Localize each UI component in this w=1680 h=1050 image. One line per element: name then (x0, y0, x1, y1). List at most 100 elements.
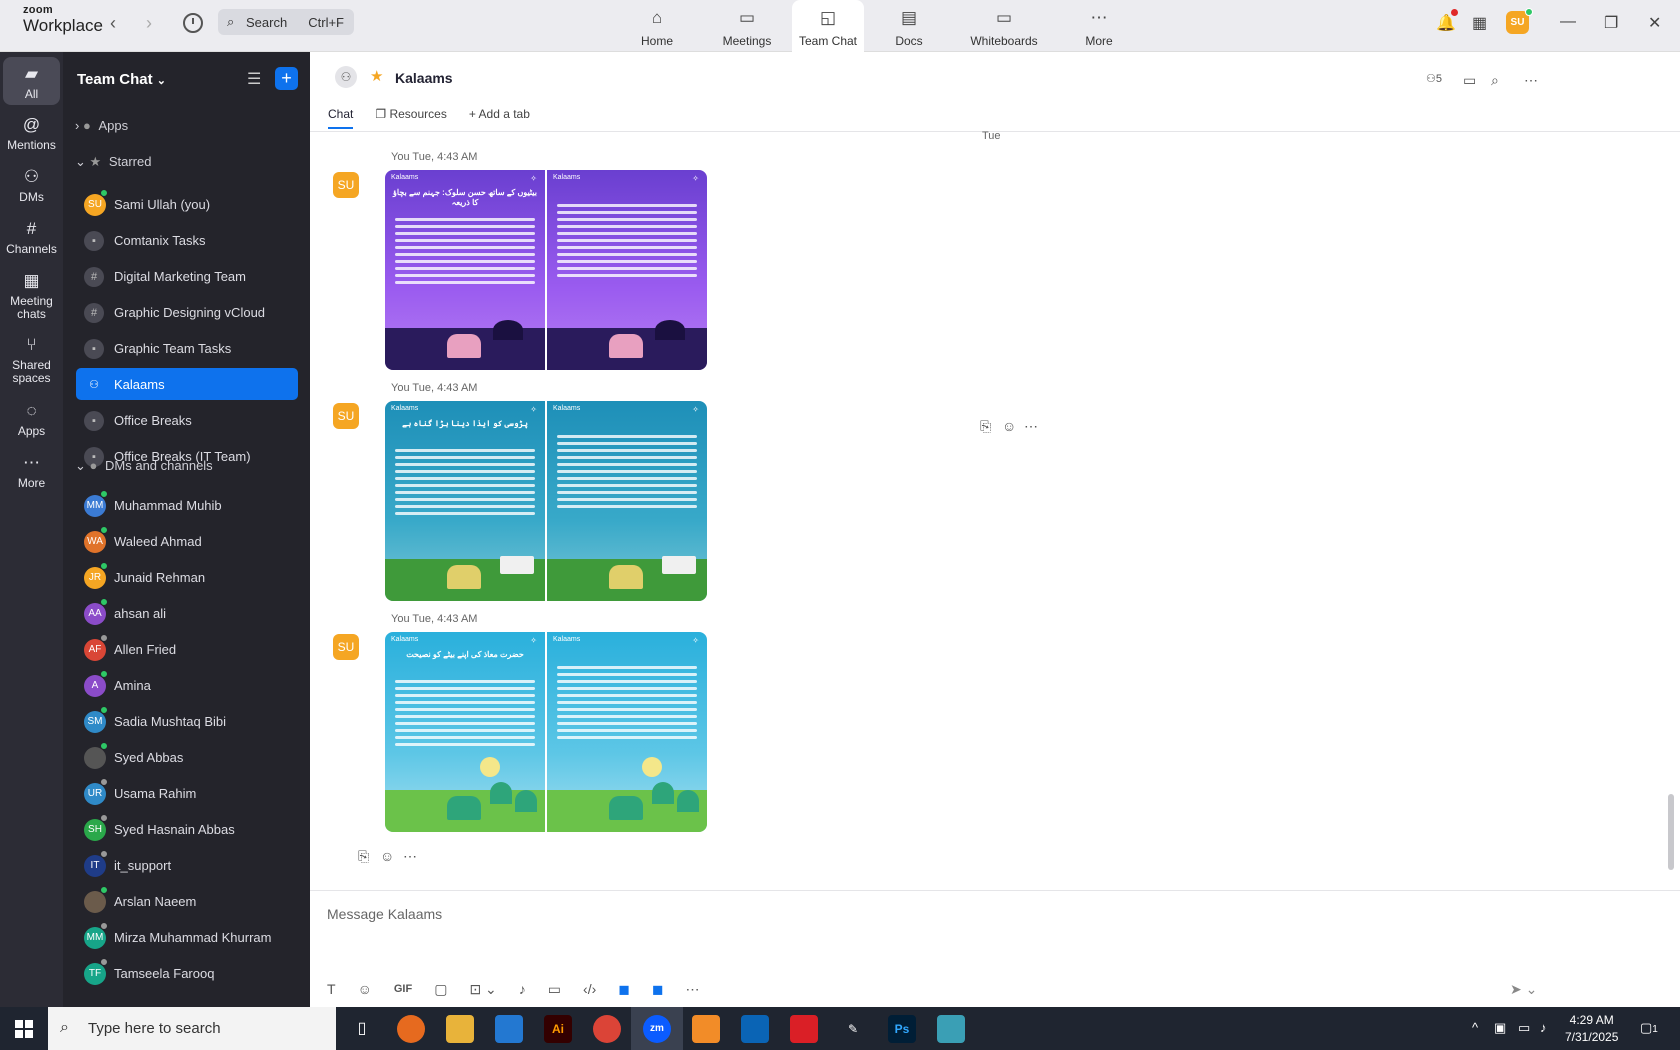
app-icon-2[interactable]: ◼ (652, 981, 664, 998)
minimize-icon[interactable]: — (1560, 13, 1576, 31)
screenshot-icon[interactable]: ⊡ ⌄ (469, 981, 496, 998)
reply-icon[interactable]: ⎘ (358, 848, 369, 865)
dm-item-it-support[interactable]: IT it_support (76, 849, 298, 881)
sidebar-item-office-breaks[interactable]: ▪ Office Breaks (76, 404, 298, 436)
section-apps[interactable]: › ● Apps (75, 118, 128, 133)
filter-icon[interactable]: ☰ (247, 69, 261, 89)
maximize-icon[interactable]: ❐ (1604, 13, 1618, 33)
leftbar-dms[interactable]: ⚇ DMs (0, 167, 63, 204)
leftbar-apps[interactable]: ◌ Apps (0, 401, 63, 438)
video-message-icon[interactable]: ▭ (548, 981, 561, 998)
dm-item-tamseela-farooq[interactable]: TF Tamseela Farooq (76, 957, 298, 989)
leftbar-shared-spaces[interactable]: ⑂ Shared spaces (0, 335, 63, 385)
sidebar-item-graphic-designing-vcloud[interactable]: # Graphic Designing vCloud (76, 296, 298, 328)
notification-center-icon[interactable]: ▢1 (1640, 1020, 1658, 1036)
microphone-icon[interactable]: ♪ (519, 981, 526, 998)
task-view-icon[interactable]: ▯ (348, 1015, 376, 1043)
dm-item-waleed-ahmad[interactable]: WA Waleed Ahmad (76, 525, 298, 557)
member-count-button[interactable]: ⚇5 (1426, 72, 1442, 85)
chat-title[interactable]: Kalaams (395, 70, 453, 86)
section-starred[interactable]: ⌄ ★ Starred (75, 154, 151, 170)
sidebar-item-sami-ullah-you-[interactable]: SU Sami Ullah (you) (76, 188, 298, 220)
outlook-icon[interactable] (741, 1015, 769, 1043)
image-card[interactable]: Kalaams ✧ حضرت معاذ کی اپنے بیٹے کو نصیحت (385, 632, 545, 832)
search-icon[interactable]: ⌕ (1491, 72, 1499, 89)
dm-item-sadia-mushtaq-bibi[interactable]: SM Sadia Mushtaq Bibi (76, 705, 298, 737)
tab-docs[interactable]: ▤ Docs (864, 0, 954, 52)
image-card[interactable]: Kalaams ✧ پڑوسی کو ایذا دینا بڑا گناہ ہے (385, 401, 545, 601)
leftbar-all[interactable]: ▰ All (3, 57, 60, 105)
leftbar-channels[interactable]: # Channels (0, 219, 63, 256)
chat-scrollbar[interactable] (1668, 794, 1674, 870)
bell-icon[interactable]: 🔔 (1436, 13, 1456, 33)
star-icon[interactable]: ★ (370, 67, 383, 85)
forward-arrow-icon[interactable]: › (146, 13, 152, 34)
search-box[interactable]: ⌕ Search Ctrl+F (218, 9, 354, 35)
app-diamond-icon[interactable] (937, 1015, 965, 1043)
image-attachment[interactable]: Kalaams ✧ بیٹیوں کے ساتھ حسن سلوک: جہنم سے… (385, 170, 707, 370)
code-snippet-icon[interactable]: ‹/› (583, 981, 596, 998)
file-icon[interactable]: ▢ (434, 981, 447, 998)
leftbar-more[interactable]: ⋯ More (0, 453, 63, 490)
image-attachment[interactable]: Kalaams ✧ پڑوسی کو ایذا دینا بڑا گناہ ہے Ka… (385, 401, 707, 601)
image-card[interactable]: Kalaams ✧ (547, 632, 707, 832)
reply-icon[interactable]: ⎘ (980, 418, 991, 435)
send-icon[interactable]: ➤ ⌄ (1510, 981, 1537, 998)
image-attachment[interactable]: Kalaams ✧ حضرت معاذ کی اپنے بیٹے کو نصیحت K… (385, 632, 707, 832)
avatar[interactable]: SU (333, 403, 359, 429)
xampp-icon[interactable] (692, 1015, 720, 1043)
app-icon-1[interactable]: ◼ (618, 981, 630, 998)
emoji-icon[interactable]: ☺ (358, 981, 372, 998)
volume-icon[interactable]: ♪ (1540, 1020, 1547, 1035)
dm-item-usama-rahim[interactable]: UR Usama Rahim (76, 777, 298, 809)
more-tools-icon[interactable]: ⋯ (686, 981, 700, 998)
taskbar-clock[interactable]: 4:29 AM 7/31/2025 (1565, 1012, 1618, 1046)
tab-more[interactable]: ⋯ More (1054, 0, 1144, 52)
dm-item-syed-hasnain-abbas[interactable]: SH Syed Hasnain Abbas (76, 813, 298, 845)
image-card[interactable]: Kalaams ✧ (547, 170, 707, 370)
dm-item-ahsan-ali[interactable]: AA ahsan ali (76, 597, 298, 629)
emoji-react-icon[interactable]: ☺ (380, 848, 394, 864)
taskbar-search[interactable]: ⌕ Type here to search (48, 1007, 336, 1050)
close-icon[interactable]: ✕ (1648, 13, 1661, 33)
dm-item-muhammad-muhib[interactable]: MM Muhammad Muhib (76, 489, 298, 521)
file-explorer-icon[interactable] (446, 1015, 474, 1043)
vscode-icon[interactable] (495, 1015, 523, 1043)
message-more-icon[interactable]: ⋯ (403, 848, 417, 865)
new-chat-button[interactable]: + (275, 67, 298, 90)
back-arrow-icon[interactable]: ‹ (110, 13, 116, 34)
emoji-react-icon[interactable]: ☺ (1002, 418, 1016, 434)
message-composer[interactable]: Message Kalaams T ☺ GIF ▢ ⊡ ⌄ ♪ ▭ ‹/› ◼ … (310, 890, 1680, 1007)
sidebar-item-graphic-team-tasks[interactable]: ▪ Graphic Team Tasks (76, 332, 298, 364)
calendar-icon[interactable]: ▦ (1472, 13, 1487, 33)
gif-icon[interactable]: GIF (394, 981, 412, 998)
message-more-icon[interactable]: ⋯ (1024, 418, 1038, 435)
tab-add[interactable]: + Add a tab (469, 107, 530, 129)
pen-tool-icon[interactable]: ✎ (839, 1015, 867, 1043)
sidebar-item-comtanix-tasks[interactable]: ▪ Comtanix Tasks (76, 224, 298, 256)
windows-start-icon[interactable] (15, 1020, 33, 1038)
tray-icon[interactable]: ▣ (1494, 1020, 1506, 1036)
tab-resources[interactable]: ❐ Resources (375, 107, 446, 129)
dm-item-amina[interactable]: A Amina (76, 669, 298, 701)
leftbar-meeting-chats[interactable]: ▦ Meeting chats (0, 271, 63, 321)
firefox-icon[interactable] (397, 1015, 425, 1043)
tab-home[interactable]: ⌂ Home (612, 0, 702, 52)
message-input-placeholder[interactable]: Message Kalaams (327, 906, 442, 922)
tab-meetings[interactable]: ▭ Meetings (702, 0, 792, 52)
text-format-icon[interactable]: T (327, 981, 336, 998)
tab-team-chat[interactable]: ◱ Team Chat (792, 0, 864, 52)
chevron-up-icon[interactable]: ^ (1472, 1020, 1478, 1035)
tab-chat[interactable]: Chat (328, 107, 354, 129)
history-icon[interactable] (183, 13, 203, 33)
dm-item-allen-fried[interactable]: AF Allen Fried (76, 633, 298, 665)
dm-item-mirza-muhammad-khurram[interactable]: MM Mirza Muhammad Khurram (76, 921, 298, 953)
sidebar-item-kalaams[interactable]: ⚇ Kalaams (76, 368, 298, 400)
creative-cloud-icon[interactable] (790, 1015, 818, 1043)
sidebar-item-digital-marketing-team[interactable]: # Digital Marketing Team (76, 260, 298, 292)
tab-whiteboards[interactable]: ▭ Whiteboards (954, 0, 1054, 52)
chrome-icon[interactable] (593, 1015, 621, 1043)
avatar[interactable]: SU (333, 634, 359, 660)
leftbar-mentions[interactable]: @ Mentions (0, 115, 63, 152)
video-icon[interactable]: ▭ (1463, 72, 1476, 89)
